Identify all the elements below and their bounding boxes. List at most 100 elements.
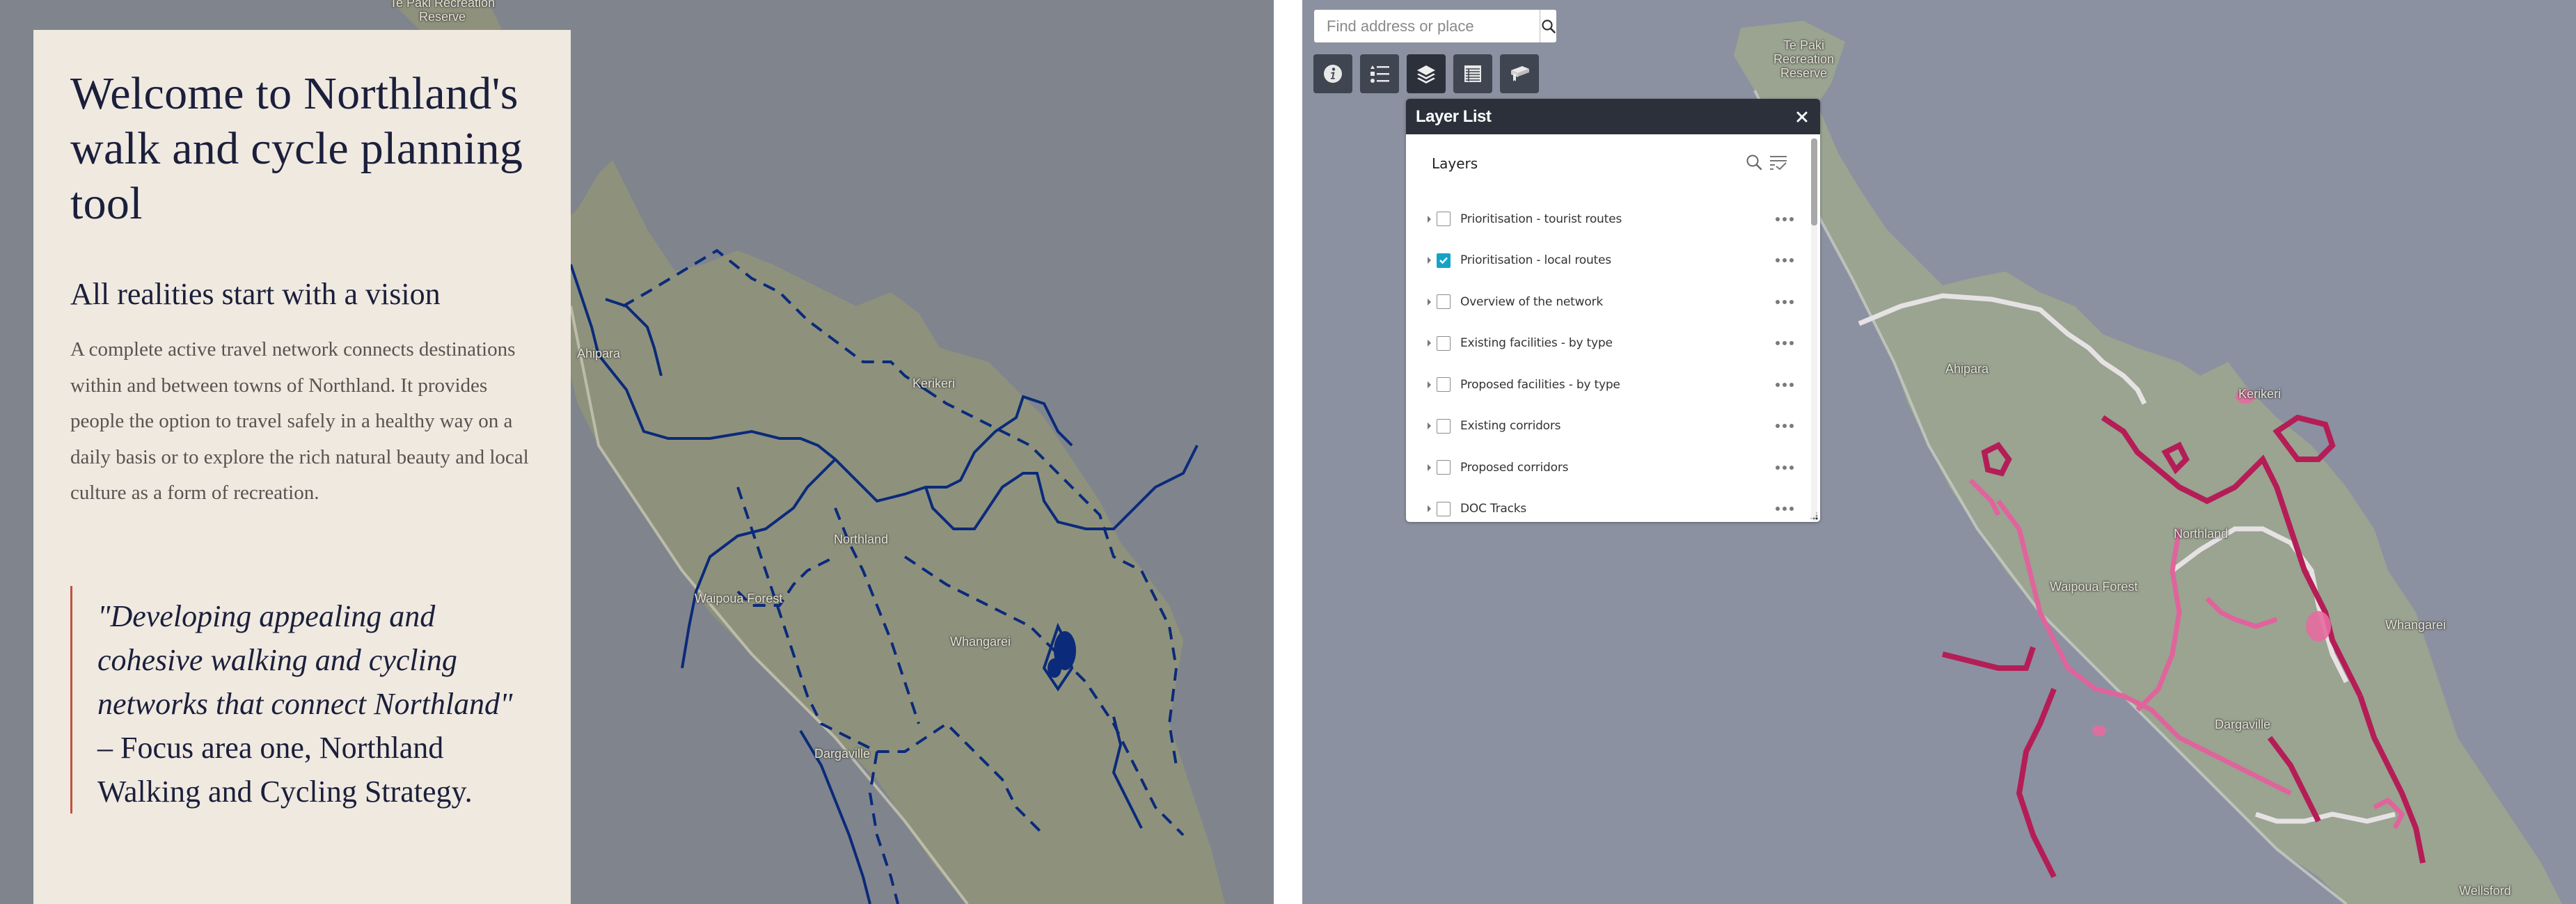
map-label-line: Te Paki xyxy=(1783,38,1825,52)
map-label-waipoua-forest: Waipoua Forest xyxy=(2050,580,2138,594)
expand-caret-icon[interactable] xyxy=(1428,257,1431,264)
map-label-waipoua-forest: Waipoua Forest xyxy=(695,592,783,605)
more-dot-icon xyxy=(1776,424,1780,429)
layer-options-menu[interactable] xyxy=(1776,424,1794,429)
search-widget xyxy=(1313,9,1557,43)
right-map[interactable]: Te Paki Recreation Reserve Ahipara Kerik… xyxy=(1302,0,2576,904)
attribute-table-button[interactable] xyxy=(1453,54,1492,93)
legend-icon xyxy=(1370,65,1389,83)
map-label-kerikeri: Kerikeri xyxy=(912,376,956,390)
layer-row[interactable]: Overview of the network xyxy=(1406,281,1806,323)
expand-caret-icon[interactable] xyxy=(1428,463,1431,471)
more-dot-icon xyxy=(1789,341,1794,346)
map-label-line: Recreation xyxy=(1773,52,1835,66)
layers-subheading: Layers xyxy=(1432,155,1478,172)
more-dot-icon xyxy=(1783,465,1787,470)
more-dot-icon xyxy=(1783,424,1787,429)
layer-row[interactable]: Prioritisation - tourist routes xyxy=(1406,198,1806,240)
layer-label: Overview of the network xyxy=(1460,294,1603,309)
layer-label: Existing facilities - by type xyxy=(1460,336,1613,351)
layer-visibility-checkbox[interactable] xyxy=(1437,501,1451,516)
layer-list-button[interactable] xyxy=(1407,54,1446,93)
map-label-line: Te Paki Recreation xyxy=(390,0,496,10)
scrollbar[interactable] xyxy=(1811,138,1817,521)
layer-row[interactable]: Existing facilities - by type xyxy=(1406,323,1806,365)
layer-options-menu[interactable] xyxy=(1776,465,1794,470)
map-divider xyxy=(1274,0,1302,904)
layer-row[interactable]: Existing corridors xyxy=(1406,406,1806,447)
quote-text: "Developing appealing and cohesive walki… xyxy=(97,594,535,814)
map-label-ahipara: Ahipara xyxy=(1945,362,1989,376)
map-label-te-paki: Te Paki Recreation Reserve xyxy=(390,0,495,24)
more-dot-icon xyxy=(1783,299,1787,304)
map-label-ahipara: Ahipara xyxy=(577,347,621,360)
more-dot-icon xyxy=(1789,299,1794,304)
layer-row[interactable]: Proposed corridors xyxy=(1406,447,1806,489)
layer-visibility-checkbox[interactable] xyxy=(1437,418,1451,434)
bookmark-button[interactable] xyxy=(1500,54,1539,93)
layer-visibility-checkbox[interactable] xyxy=(1437,253,1451,268)
map-label-dargaville: Dargaville xyxy=(814,747,871,761)
urban-patch-whangarei xyxy=(2306,611,2331,642)
intro-panel: Welcome to Northland's walk and cycle pl… xyxy=(33,30,571,904)
layer-visibility-checkbox[interactable] xyxy=(1437,212,1451,227)
layer-options-menu[interactable] xyxy=(1776,258,1794,263)
more-dot-icon xyxy=(1776,507,1780,512)
scrollbar-thumb[interactable] xyxy=(1811,138,1817,225)
layer-options-menu[interactable] xyxy=(1776,299,1794,304)
layer-options-menu[interactable] xyxy=(1776,382,1794,387)
more-dot-icon xyxy=(1783,216,1787,221)
layer-visibility-checkbox[interactable] xyxy=(1437,294,1451,310)
layer-label: Prioritisation - local routes xyxy=(1460,253,1611,268)
expand-caret-icon[interactable] xyxy=(1428,381,1431,388)
expand-caret-icon[interactable] xyxy=(1428,298,1431,306)
layer-options-menu[interactable] xyxy=(1776,216,1794,221)
close-button[interactable] xyxy=(1794,109,1810,125)
layer-list-tools xyxy=(1745,153,1788,171)
map-label-northland: Northland xyxy=(2174,527,2229,541)
layer-visibility-checkbox[interactable] xyxy=(1437,377,1451,392)
layer-list-body: Layers Prioritisation - tourist routes P… xyxy=(1406,134,1820,522)
map-label-northland: Northland xyxy=(834,532,889,546)
layer-options-menu[interactable] xyxy=(1776,341,1794,346)
expand-caret-icon[interactable] xyxy=(1428,340,1431,347)
expand-caret-icon[interactable] xyxy=(1428,215,1431,223)
map-label-line: Reserve xyxy=(419,10,466,24)
check-icon xyxy=(1439,257,1448,264)
map-label-whangarei: Whangarei xyxy=(950,635,1011,649)
legend-button[interactable] xyxy=(1360,54,1399,93)
close-icon xyxy=(1796,111,1808,122)
map-label-wellsford: Wellsford xyxy=(2459,884,2511,898)
more-dot-icon xyxy=(1783,382,1787,387)
layer-visibility-checkbox[interactable] xyxy=(1437,335,1451,351)
layer-row[interactable]: DOC Tracks xyxy=(1406,489,1806,523)
intro-subtitle: All realities start with a vision xyxy=(70,277,441,311)
layer-options-button[interactable] xyxy=(1769,153,1788,171)
route-cluster xyxy=(1048,658,1061,678)
quote-attribution: – Focus area one, Northland Walking and … xyxy=(97,730,473,809)
layer-label: DOC Tracks xyxy=(1460,502,1527,516)
info-icon xyxy=(1324,65,1342,83)
more-dot-icon xyxy=(1776,299,1780,304)
expand-caret-icon[interactable] xyxy=(1428,505,1431,513)
layer-options-menu[interactable] xyxy=(1776,507,1794,512)
resize-handle-icon[interactable] xyxy=(1810,512,1818,520)
more-dot-icon xyxy=(1789,258,1794,263)
layer-visibility-checkbox[interactable] xyxy=(1437,460,1451,475)
expand-caret-icon[interactable] xyxy=(1428,422,1431,430)
more-dot-icon xyxy=(1783,341,1787,346)
layer-list: Prioritisation - tourist routes Prioritis… xyxy=(1406,198,1806,522)
search-button[interactable] xyxy=(1540,10,1556,42)
layer-row[interactable]: Proposed facilities - by type xyxy=(1406,364,1806,406)
search-icon xyxy=(1541,19,1556,33)
layer-label: Proposed corridors xyxy=(1460,460,1569,475)
left-map[interactable]: Te Paki Recreation Reserve Ahipara Kerik… xyxy=(0,0,1274,904)
page-title: Welcome to Northland's walk and cycle pl… xyxy=(70,68,523,229)
info-button[interactable] xyxy=(1313,54,1352,93)
layer-row[interactable]: Prioritisation - local routes xyxy=(1406,240,1806,282)
layer-label: Proposed facilities - by type xyxy=(1460,377,1620,392)
search-input[interactable] xyxy=(1314,10,1540,42)
layers-icon xyxy=(1417,65,1435,84)
layer-search-button[interactable] xyxy=(1745,153,1763,171)
layer-list-header: Layer List xyxy=(1406,99,1820,134)
